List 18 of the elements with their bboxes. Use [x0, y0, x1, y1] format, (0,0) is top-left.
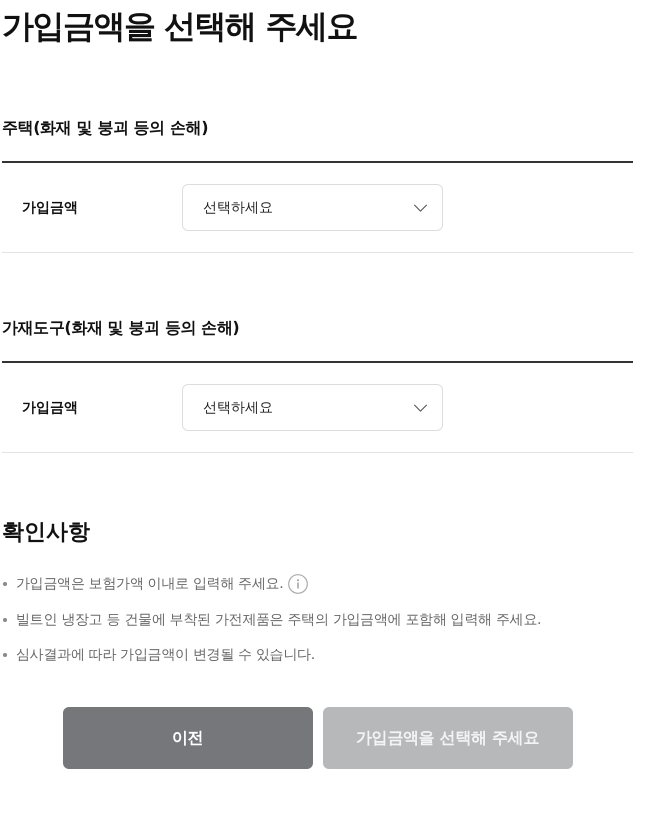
amount-dropdown[interactable]: 선택하세요 [182, 184, 443, 231]
page-title: 가입금액을 선택해 주세요 [2, 6, 358, 46]
bullet-icon [3, 618, 7, 622]
amount-dropdown[interactable]: 선택하세요 [182, 384, 443, 431]
section-heading: 주택(화재 및 붕괴 등의 손해) [2, 116, 633, 163]
previous-button[interactable]: 이전 [62, 707, 312, 769]
notice-heading: 확인사항 [2, 519, 91, 547]
chevron-down-icon [413, 204, 428, 212]
bullet-icon [3, 582, 7, 586]
chevron-down-icon [413, 404, 428, 412]
notice-text: 심사결과에 따라 가입금액이 변경될 수 있습니다. [16, 646, 315, 665]
notice-text: 빌트인 냉장고 등 건물에 부착된 가전제품은 주택의 가입금액에 포함해 입력해 주세요. [16, 610, 542, 630]
bullet-icon [3, 653, 7, 657]
field-label: 가입금액 [21, 398, 79, 416]
section-heading: 가재도구(화재 및 붕괴 등의 손해) [2, 316, 633, 363]
field-label: 가입금액 [21, 198, 79, 216]
info-icon[interactable] [288, 574, 308, 594]
notice-text: 가입금액은 보험가액 이내로 입력해 주세요. [16, 575, 284, 594]
